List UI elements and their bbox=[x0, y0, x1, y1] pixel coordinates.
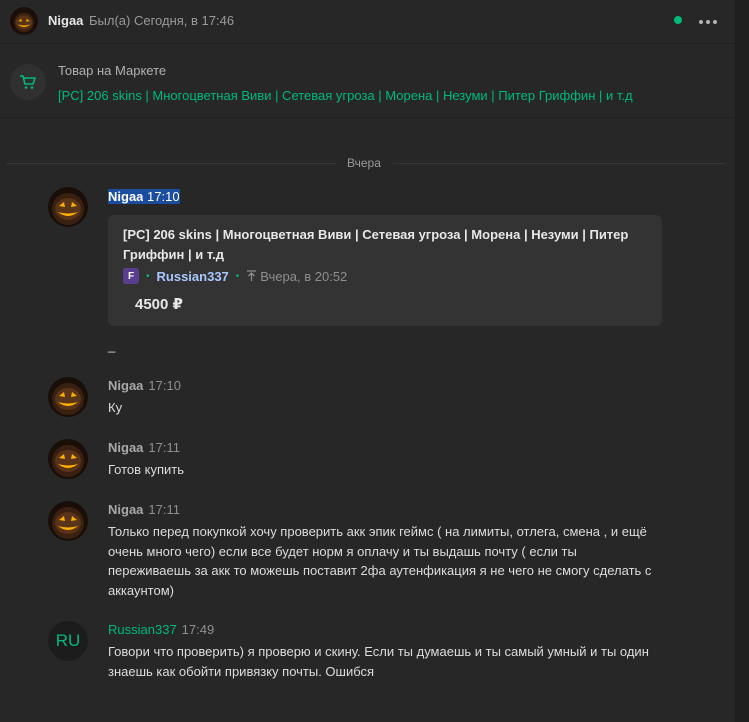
message-meta: Nigaa 17:10 bbox=[108, 189, 180, 204]
message-text: _ bbox=[108, 338, 116, 353]
message-text: Говори что проверить) я проверю и скину.… bbox=[108, 644, 649, 679]
message-time: 17:10 bbox=[147, 189, 180, 204]
date-divider: Вчера bbox=[347, 156, 381, 170]
message-author[interactable]: Nigaa bbox=[108, 502, 143, 517]
divider-line-left bbox=[6, 163, 336, 164]
divider-line-right bbox=[393, 163, 725, 164]
market-label: Товар на Маркете bbox=[58, 63, 167, 78]
contact-name[interactable]: Nigaa bbox=[48, 13, 83, 28]
market-product-banner: Товар на Маркете [PC] 206 skins | Многоц… bbox=[0, 45, 735, 118]
product-title[interactable]: [PC] 206 skins | Многоцветная Виви | Сет… bbox=[123, 225, 643, 264]
game-icon: F bbox=[123, 268, 139, 284]
separator-dot: • bbox=[146, 270, 150, 282]
chat-header: Nigaa Был(а) Сегодня, в 17:46 bbox=[0, 0, 735, 44]
upload-date: Вчера, в 20:52 bbox=[246, 269, 347, 284]
message-text: Только перед покупкой хочу проверить акк… bbox=[108, 524, 652, 598]
message-avatar[interactable] bbox=[48, 501, 88, 541]
message-meta: Nigaa 17:11 bbox=[108, 440, 180, 455]
message-author[interactable]: Nigaa bbox=[108, 378, 143, 393]
online-dot-icon bbox=[674, 16, 682, 24]
message-avatar[interactable] bbox=[48, 187, 88, 227]
contact-avatar[interactable] bbox=[10, 7, 38, 35]
message-avatar[interactable] bbox=[48, 377, 88, 417]
message-meta: Nigaa 17:11 bbox=[108, 502, 180, 517]
last-seen-status: Был(а) Сегодня, в 17:46 bbox=[89, 13, 235, 28]
seller-link[interactable]: Russian337 bbox=[157, 269, 229, 284]
message-text: Готов купить bbox=[108, 462, 185, 477]
message-author[interactable]: Nigaa bbox=[108, 440, 143, 455]
message-avatar[interactable] bbox=[48, 439, 88, 479]
message-text: Ку bbox=[108, 400, 123, 415]
message-author[interactable]: Russian337 bbox=[108, 622, 177, 637]
message-author[interactable]: Nigaa bbox=[108, 189, 144, 204]
upload-date-text: Вчера, в 20:52 bbox=[260, 268, 348, 284]
message-time: 17:10 bbox=[148, 378, 181, 393]
more-dots-icon[interactable] bbox=[696, 12, 720, 32]
message-time: 17:11 bbox=[148, 502, 180, 517]
message-time: 17:49 bbox=[181, 622, 215, 637]
message-time: 17:11 bbox=[148, 440, 180, 455]
message-meta: Nigaa 17:10 bbox=[108, 378, 181, 393]
message-meta: Russian337 17:49 bbox=[108, 622, 214, 637]
market-product-link[interactable]: [PC] 206 skins | Многоцветная Виви | Сет… bbox=[58, 88, 633, 103]
cart-icon bbox=[10, 64, 46, 100]
upload-arrow-icon bbox=[247, 270, 257, 281]
message-avatar[interactable]: RU bbox=[48, 621, 88, 661]
product-price: 4500 ₽ bbox=[135, 296, 183, 313]
product-card[interactable]: [PC] 206 skins | Многоцветная Виви | Сет… bbox=[108, 215, 662, 326]
separator-dot: • bbox=[235, 270, 240, 282]
product-info-row: F • Russian337 • Вчера, в 20:52 bbox=[123, 268, 347, 284]
scrollbar-track[interactable] bbox=[735, 0, 749, 722]
